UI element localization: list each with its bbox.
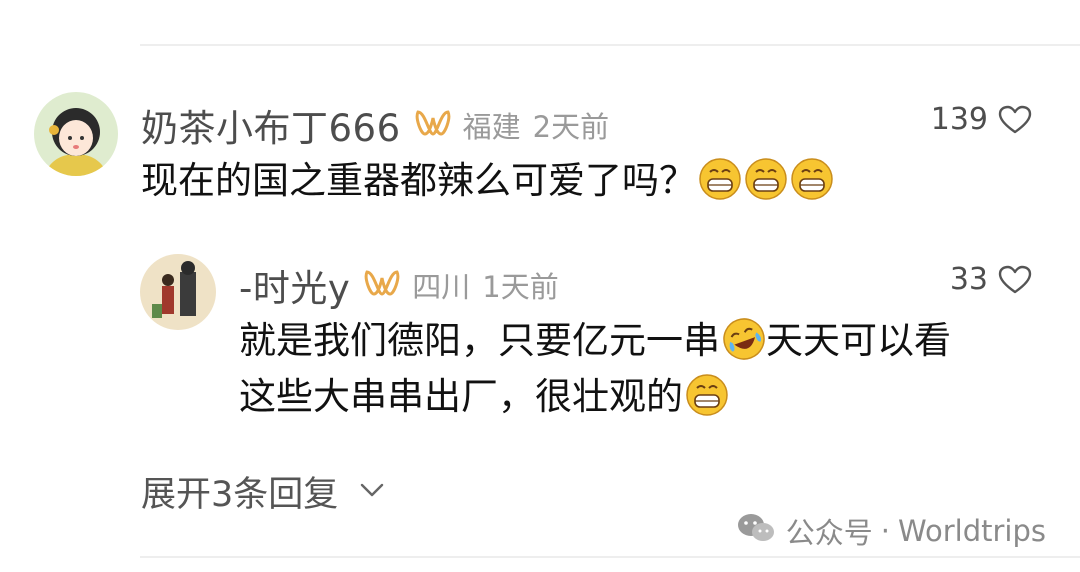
watermark-prefix: 公众号 (785, 516, 873, 550)
laugh-cry-emoji (722, 317, 766, 361)
expand-replies-label: 展开3条回复 (141, 475, 339, 515)
reply-avatar[interactable] (140, 254, 216, 330)
grin-emoji (685, 373, 729, 417)
watermark-separator: · (880, 514, 891, 548)
top-divider (140, 44, 1080, 46)
comment-text-row: 现在的国之重器都辣么可爱了吗？ (141, 152, 834, 210)
watermark: 公众号 · Worldtrips (736, 510, 1046, 552)
wechat-icon (736, 511, 776, 552)
expand-replies-button[interactable]: 展开3条回复 (141, 466, 384, 517)
watermark-name: Worldtrips (898, 514, 1046, 548)
like-button[interactable]: 139 (931, 102, 1032, 137)
heart-icon (998, 105, 1032, 135)
username[interactable]: 奶茶小布丁666 (141, 98, 401, 152)
like-count: 139 (930, 102, 988, 137)
vip-badge-icon (415, 108, 451, 142)
reply-text-line2: 这些大串串出厂，很壮观的 (239, 368, 729, 426)
avatar[interactable] (34, 92, 118, 176)
reply-timestamp: 1天前 (482, 270, 559, 304)
grin-emoji (698, 157, 742, 201)
reply-text-part3: 这些大串串出厂，很壮观的 (239, 375, 683, 418)
grin-emoji (744, 157, 788, 201)
reply-text-part2: 天天可以看 (766, 319, 951, 362)
reply-text-part1: 就是我们德阳，只要亿元一串 (239, 319, 720, 362)
reply-meta: -时光y 四川 1天前 (239, 258, 559, 312)
timestamp: 2天前 (532, 110, 610, 144)
chevron-down-icon (360, 482, 384, 502)
reply-text-line1: 就是我们德阳，只要亿元一串 天天可以看 (239, 312, 951, 370)
location: 福建 (462, 110, 521, 144)
comment-meta: 奶茶小布丁666 福建 2天前 (141, 98, 609, 152)
heart-icon (998, 265, 1032, 295)
reply-username[interactable]: -时光y (239, 258, 350, 312)
comment-text: 现在的国之重器都辣么可爱了吗？ (141, 159, 696, 202)
reply-like-button[interactable]: 33 (950, 262, 1032, 297)
vip-badge-icon (364, 268, 400, 302)
reply-location: 四川 (412, 270, 471, 304)
grin-emoji (790, 157, 834, 201)
bottom-divider (140, 556, 1080, 558)
reply-like-count: 33 (949, 262, 988, 297)
